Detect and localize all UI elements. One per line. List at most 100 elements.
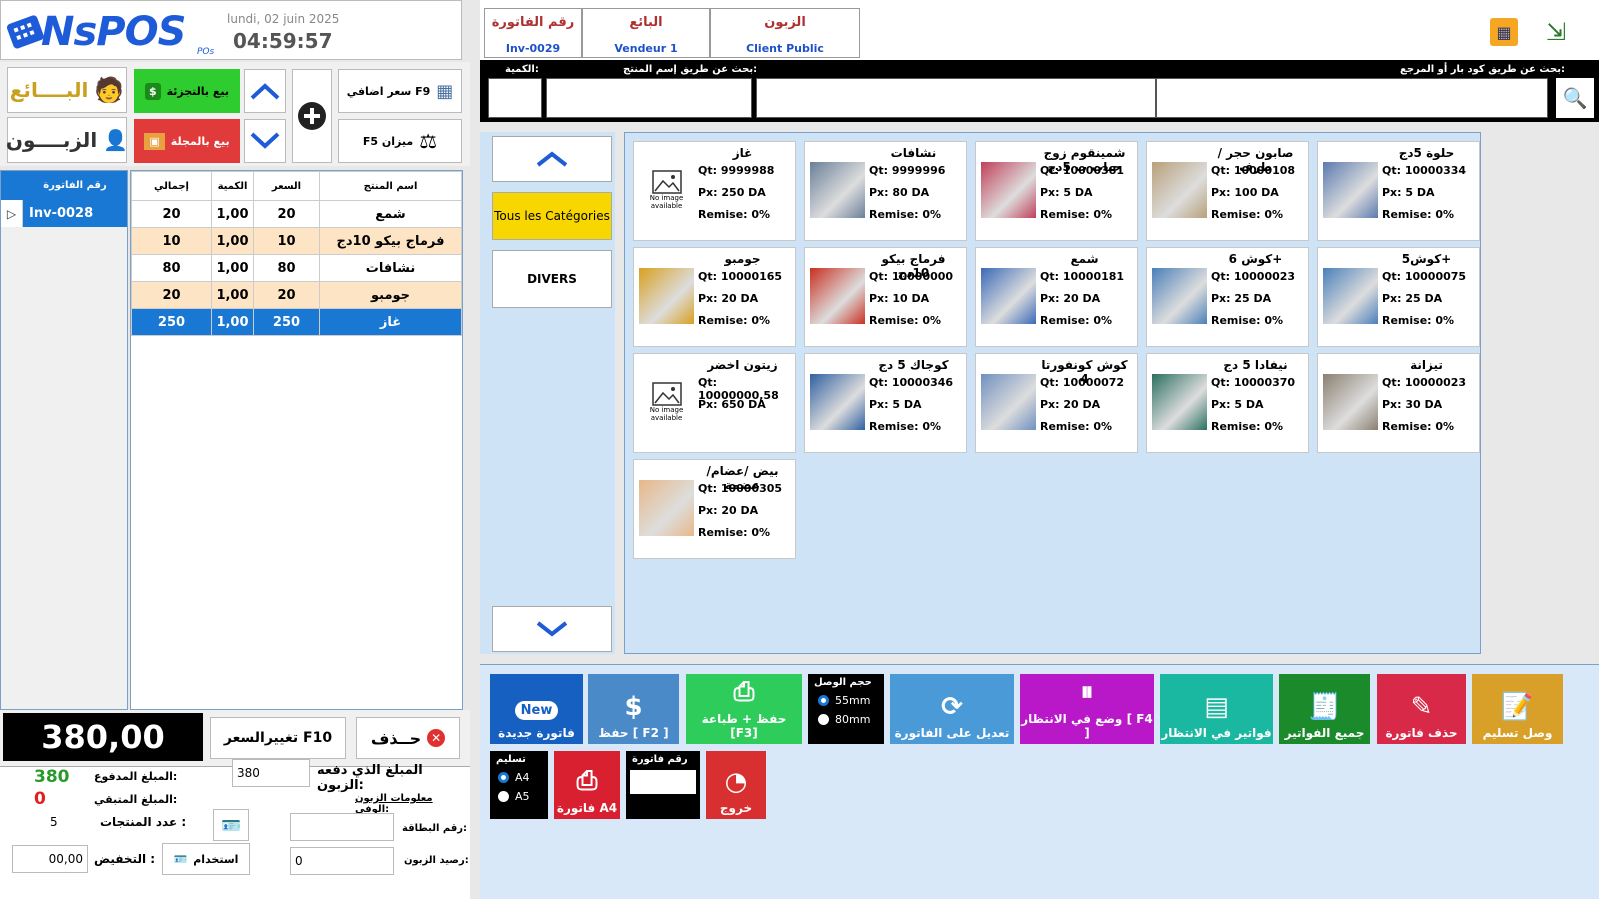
scale-button[interactable]: F5 ميزان ⚖ bbox=[338, 119, 462, 163]
paid-value: 380 bbox=[34, 767, 70, 787]
all-invoices-button[interactable]: 🧾 جميع الفواتير bbox=[1279, 674, 1370, 744]
product-card[interactable]: No image available زيتون اخضر Qt: 10000000… bbox=[633, 353, 796, 453]
customer-cell: الزبون Client Public bbox=[710, 8, 860, 58]
product-qt: Qt: 10000023 bbox=[1382, 376, 1467, 389]
scroll-up-button[interactable] bbox=[244, 69, 286, 113]
pause-icon: ⏸ bbox=[1080, 677, 1094, 707]
product-card[interactable]: بيض /عضام/عضمة Qt: 10000305 Px: 20 DA Remis… bbox=[633, 459, 796, 559]
seller-info-value: Vendeur 1 bbox=[614, 42, 678, 55]
pending-invoices-button[interactable]: ▤ فواتير في الانتظار bbox=[1160, 674, 1273, 744]
count-value: 5 bbox=[50, 815, 58, 829]
invoice-number-input[interactable] bbox=[630, 770, 696, 794]
product-remise: Remise: 0% bbox=[869, 420, 942, 433]
table-row[interactable]: 20 1,00 20 شمع bbox=[131, 200, 462, 228]
product-card[interactable]: No image available غاز Qt: 9999988 Px: 250 … bbox=[633, 141, 796, 241]
product-name: كوجاك 5 دج bbox=[878, 358, 949, 372]
a4-radio[interactable]: A4 bbox=[490, 768, 548, 787]
a4-invoice-button[interactable]: ⎙ فاتورة A4 bbox=[554, 751, 620, 819]
barcode-search-input-b[interactable] bbox=[1156, 78, 1548, 118]
table-row[interactable]: 250 1,00 250 غاز bbox=[131, 308, 462, 336]
table-row[interactable]: 10 1,00 10 فرماج بيكو 10دج bbox=[131, 227, 462, 255]
a4-label: A4 bbox=[515, 771, 530, 784]
delete-line-button[interactable]: حــذف ✕ bbox=[356, 717, 460, 759]
edit-invoice-button[interactable]: ⟳ تعديل على الفاتورة bbox=[890, 674, 1014, 744]
customer-button[interactable]: الزبــــون 👤 bbox=[6, 117, 128, 163]
logout-icon[interactable]: ⇲ bbox=[1546, 18, 1566, 46]
category-all-button[interactable]: Tous les Catégories bbox=[492, 192, 612, 240]
category-divers-button[interactable]: DIVERS bbox=[492, 250, 612, 308]
product-card[interactable]: حلوة 5دج Qt: 10000334 Px: 5 DA Remise: 0% bbox=[1317, 141, 1480, 241]
product-card[interactable]: شمع Qt: 10000181 Px: 20 DA Remise: 0% bbox=[975, 247, 1138, 347]
hold-button[interactable]: ⏸ وضع في الانتظار [ F4 ] bbox=[1020, 674, 1154, 744]
row-pointer-icon: ▷ bbox=[1, 200, 23, 227]
product-remise: Remise: 0% bbox=[1211, 208, 1284, 221]
product-card[interactable]: كوش كونفورتا 4 Qt: 10000072 Px: 20 DA Remis… bbox=[975, 353, 1138, 453]
invoice-list-panel: رقم الفاتورة ▷ Inv-0028 bbox=[0, 170, 128, 710]
product-card[interactable]: كوجاك 5 دج Qt: 10000346 Px: 5 DA Remise: 0% bbox=[804, 353, 967, 453]
product-name: نشافات bbox=[890, 146, 937, 160]
product-image-icon bbox=[1152, 374, 1207, 430]
id-card-icon: 🪪 bbox=[221, 815, 241, 835]
save-button[interactable]: $ حفظ [ F2 ] bbox=[588, 674, 679, 744]
product-card[interactable]: كوش 6+ Qt: 10000023 Px: 25 DA Remise: 0% bbox=[1146, 247, 1309, 347]
id-card-button[interactable]: 🪪 bbox=[213, 809, 249, 841]
badge-icon: 🪪 bbox=[173, 852, 188, 866]
name-search-input[interactable] bbox=[546, 78, 752, 118]
wholesale-label: بيع بالمجلة bbox=[170, 134, 230, 148]
qty-search-input[interactable] bbox=[488, 78, 542, 118]
card-number-input[interactable] bbox=[290, 813, 394, 841]
product-name: تيزانة bbox=[1410, 358, 1443, 372]
save-print-button[interactable]: ⎙ حفظ + طباعة [F3] bbox=[686, 674, 802, 744]
retail-sale-button[interactable]: $ بيع بالتجزئة bbox=[134, 69, 240, 113]
product-qt: Qt: 10000165 bbox=[698, 270, 783, 283]
barcode-search-input-a[interactable] bbox=[756, 78, 1156, 118]
category-up-button[interactable] bbox=[492, 136, 612, 182]
product-card[interactable]: فرماج بيكو 10دج Qt: 10000000 Px: 10 DA Remi… bbox=[804, 247, 967, 347]
col-total: إجمالي bbox=[131, 171, 212, 201]
product-name: كوش 6+ bbox=[1228, 252, 1283, 266]
product-qt: Qt: 9999988 bbox=[698, 164, 775, 177]
search-doc-icon[interactable]: 🔍 bbox=[1556, 78, 1594, 118]
extra-price-button[interactable]: سعر اضافي F9 ▦ bbox=[338, 69, 462, 113]
product-card[interactable]: جومبو Qt: 10000165 Px: 20 DA Remise: 0% bbox=[633, 247, 796, 347]
new-invoice-button[interactable]: New فاتورة جديدة bbox=[490, 674, 583, 744]
product-card[interactable]: تيزانة Qt: 10000023 Px: 30 DA Remise: 0% bbox=[1317, 353, 1480, 453]
scroll-down-button[interactable] bbox=[244, 119, 286, 163]
product-card[interactable]: صابون حجر /طرف Qt: 10000108 Px: 100 DA Remi… bbox=[1146, 141, 1309, 241]
size55-radio[interactable]: 55mm bbox=[808, 691, 884, 710]
product-name: جومبو bbox=[724, 252, 761, 266]
product-name: كوش5+ bbox=[1401, 252, 1452, 266]
product-card[interactable]: كوش5+ Qt: 10000075 Px: 25 DA Remise: 0% bbox=[1317, 247, 1480, 347]
product-remise: Remise: 0% bbox=[1040, 420, 1113, 433]
product-card[interactable]: نيفادا 5 دج Qt: 10000370 Px: 5 DA Remise: 0… bbox=[1146, 353, 1309, 453]
exit-button[interactable]: ◔ خروج bbox=[706, 751, 766, 819]
product-remise: Remise: 0% bbox=[698, 526, 771, 539]
add-button[interactable] bbox=[292, 69, 332, 163]
cell-price: 20 bbox=[253, 200, 320, 228]
product-card[interactable]: نشافات Qt: 9999996 Px: 80 DA Remise: 0% bbox=[804, 141, 967, 241]
no-image-icon: No image available bbox=[639, 162, 694, 218]
delete-invoice-button[interactable]: ✎ حذف فاتورة bbox=[1377, 674, 1466, 744]
a5-radio[interactable]: A5 bbox=[490, 787, 548, 806]
seller-button[interactable]: البــــائع 🧑 bbox=[7, 67, 127, 113]
change-price-button[interactable]: تغييرالسعر F10 bbox=[210, 717, 346, 759]
table-row[interactable]: 80 1,00 80 نشافات bbox=[131, 254, 462, 282]
calculator-icon[interactable]: ▦ bbox=[1490, 18, 1518, 46]
customer-paid-input[interactable]: 380 bbox=[232, 759, 310, 787]
use-button[interactable]: 🪪 استخدام bbox=[162, 843, 250, 875]
table-row[interactable]: 20 1,00 20 جومبو bbox=[131, 281, 462, 309]
chevron-up-icon bbox=[536, 151, 568, 167]
receipt-size-label: حجم الوصل bbox=[814, 677, 872, 688]
category-down-button[interactable] bbox=[492, 606, 612, 652]
size80-radio[interactable]: 80mm bbox=[808, 710, 884, 729]
customer-info-label: الزبون bbox=[764, 15, 806, 30]
wholesale-button[interactable]: ▣ بيع بالمجلة bbox=[134, 119, 240, 163]
balance-input[interactable]: 0 bbox=[290, 847, 394, 875]
product-qt: Qt: 10000381 bbox=[1040, 164, 1125, 177]
product-qt: Qt: 10000108 bbox=[1211, 164, 1296, 177]
invoice-list-item[interactable]: ▷ Inv-0028 bbox=[1, 200, 127, 227]
product-card[interactable]: شمينقوم زوج حبات ب 5دج Qt: 10000381 Px: 5 … bbox=[975, 141, 1138, 241]
discount-input[interactable]: 00,00 bbox=[12, 845, 88, 873]
delivery-format-group: تسليم A4 A5 bbox=[490, 751, 548, 819]
delivery-note-button[interactable]: 📝 وصل تسليم bbox=[1472, 674, 1563, 744]
